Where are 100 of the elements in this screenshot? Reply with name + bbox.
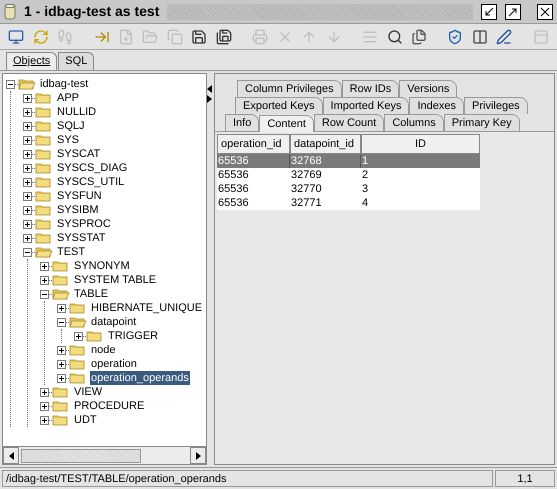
tab[interactable]: Indexes <box>409 97 464 114</box>
tree-item[interactable]: HIBERNATE_UNIQUE <box>90 301 204 315</box>
tree-item[interactable]: TEST <box>56 245 86 259</box>
tree-item[interactable]: datapoint <box>90 315 138 329</box>
table-cell-text: 1 <box>361 154 370 168</box>
maximize-button[interactable] <box>505 4 521 20</box>
expand-toggle[interactable] <box>23 234 32 242</box>
tab[interactable]: Info <box>225 114 260 131</box>
tab[interactable]: Versions <box>399 80 458 97</box>
tree-item[interactable]: SYS <box>56 133 80 147</box>
tree-item[interactable]: SYSFUN <box>56 189 103 203</box>
tree-item[interactable]: SYSPROC <box>56 217 112 231</box>
right-arrow-icon <box>196 452 200 460</box>
collapse-toggle[interactable] <box>40 290 49 298</box>
expand-toggle[interactable] <box>57 360 66 368</box>
folder-icon <box>35 106 53 118</box>
table-cell-text: 65536 <box>217 196 250 210</box>
tab[interactable]: Primary Key <box>444 114 520 131</box>
columns-icon[interactable] <box>472 28 488 46</box>
expand-toggle[interactable] <box>23 150 32 158</box>
expand-toggle[interactable] <box>23 220 32 228</box>
expand-toggle[interactable] <box>23 192 32 200</box>
table-cell-text: 65536 <box>217 182 250 196</box>
expand-toggle[interactable] <box>23 206 32 214</box>
tab[interactable]: Columns <box>384 114 444 131</box>
table-cell-text: 32770 <box>290 182 323 196</box>
documents-icon[interactable] <box>410 28 428 46</box>
pen-icon[interactable] <box>496 28 513 46</box>
tab[interactable]: SQL <box>58 52 94 70</box>
save-all-icon[interactable] <box>216 28 232 46</box>
tree-item[interactable]: SYSIBM <box>56 203 100 217</box>
tab[interactable]: Column Privileges <box>237 80 342 97</box>
search-icon[interactable] <box>386 28 403 46</box>
tree-item[interactable]: operation <box>90 357 138 371</box>
tab[interactable]: Content <box>259 115 314 132</box>
tab[interactable]: Exported Keys <box>235 97 323 114</box>
expand-toggle[interactable] <box>23 136 32 144</box>
expand-toggle[interactable] <box>74 332 83 340</box>
expand-toggle[interactable] <box>23 94 32 102</box>
maximize-icon <box>508 6 518 16</box>
column-header[interactable]: operation_id <box>217 134 290 154</box>
folder-icon <box>69 302 87 314</box>
tab[interactable]: Row IDs <box>342 80 400 97</box>
tree-item[interactable]: idbag-test <box>39 77 90 91</box>
expand-toggle[interactable] <box>23 122 32 130</box>
tree-item[interactable]: SYSCS_DIAG <box>56 161 128 175</box>
folder-icon <box>69 358 87 370</box>
tree-item[interactable]: TABLE <box>73 287 110 301</box>
tree-item[interactable]: UDT <box>73 413 98 427</box>
expand-toggle[interactable] <box>23 178 32 186</box>
expand-toggle[interactable] <box>40 262 49 270</box>
tab[interactable]: Privileges <box>464 97 528 114</box>
tree-item[interactable]: TRIGGER <box>107 329 160 343</box>
tree-item[interactable]: SQLJ <box>56 119 86 133</box>
table-cell-text: 32769 <box>290 168 323 182</box>
close-button[interactable] <box>537 4 553 20</box>
save-icon[interactable] <box>191 28 208 46</box>
table-cell-text: 2 <box>361 168 370 182</box>
collapse-toggle[interactable] <box>6 80 15 88</box>
tree-item[interactable]: SYSTEM TABLE <box>73 273 158 287</box>
tree-item[interactable]: SYNONYM <box>73 259 131 273</box>
expand-toggle[interactable] <box>23 164 32 172</box>
right-arrow-icon[interactable] <box>207 95 212 103</box>
horizontal-scrollbar[interactable] <box>3 446 206 464</box>
expand-toggle[interactable] <box>57 304 66 312</box>
minimize-button[interactable] <box>481 4 497 20</box>
table-cell-text: 3 <box>361 182 370 196</box>
tab[interactable]: Objects <box>6 52 58 70</box>
tree-item[interactable]: SYSCS_UTIL <box>56 175 126 189</box>
left-arrow-icon[interactable] <box>207 85 212 93</box>
tab[interactable]: Row Count <box>314 114 384 131</box>
folder-icon <box>52 414 70 426</box>
expand-toggle[interactable] <box>40 402 49 410</box>
expand-toggle[interactable] <box>40 388 49 396</box>
tree-item[interactable]: operation_operands <box>90 371 190 385</box>
expand-toggle[interactable] <box>57 374 66 382</box>
tree-item[interactable]: SYSCAT <box>56 147 102 161</box>
collapse-toggle[interactable] <box>57 318 66 326</box>
folder-icon <box>35 204 53 216</box>
tree-item[interactable]: node <box>90 343 116 357</box>
tree-item[interactable]: SYSSTAT <box>56 231 106 245</box>
folder-icon <box>35 120 53 132</box>
tree-item[interactable]: PROCEDURE <box>73 399 146 413</box>
column-header[interactable]: ID <box>361 134 480 154</box>
collapse-toggle[interactable] <box>23 248 32 256</box>
tab[interactable]: Imported Keys <box>322 97 410 114</box>
shield-check-icon[interactable] <box>447 28 464 46</box>
expand-toggle[interactable] <box>40 276 49 284</box>
folder-icon <box>52 274 70 286</box>
tree-item[interactable]: VIEW <box>73 385 104 399</box>
column-header[interactable]: datapoint_id <box>290 134 361 154</box>
tree-item[interactable]: APP <box>56 91 80 105</box>
folder-icon <box>35 162 53 174</box>
expand-toggle[interactable] <box>23 108 32 116</box>
tree-item[interactable]: NULLID <box>56 105 98 119</box>
expand-toggle[interactable] <box>40 416 49 424</box>
folder-icon <box>52 260 70 272</box>
expand-toggle[interactable] <box>57 346 66 354</box>
monitor-icon[interactable] <box>8 28 24 46</box>
table-row[interactable]: 65536 32768 1 <box>217 154 480 168</box>
